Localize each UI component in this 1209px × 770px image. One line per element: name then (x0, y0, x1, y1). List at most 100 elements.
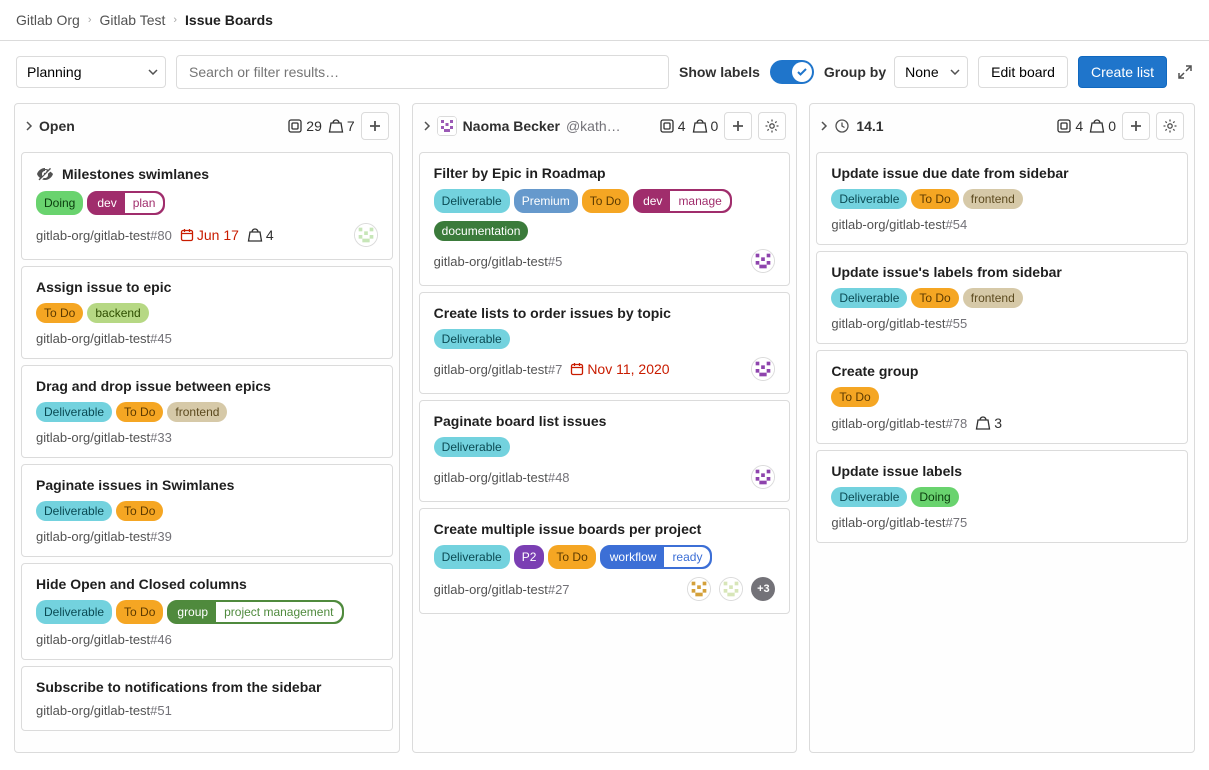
assignee-avatar[interactable] (751, 465, 775, 489)
label[interactable]: To Do (831, 387, 878, 407)
assignee-avatar[interactable] (687, 577, 711, 601)
weight-total: 0 (692, 118, 719, 134)
assignee-avatar[interactable] (751, 249, 775, 273)
issue-card[interactable]: Update issue labels DeliverableDoing git… (816, 450, 1188, 543)
label[interactable]: frontend (963, 189, 1023, 209)
label[interactable]: Deliverable (434, 437, 510, 457)
label[interactable]: Doing (36, 191, 83, 215)
scoped-label[interactable]: workflowready (600, 545, 713, 569)
label[interactable]: To Do (911, 189, 958, 209)
label[interactable]: To Do (911, 288, 958, 308)
label[interactable]: Deliverable (36, 501, 112, 521)
assignee-avatar[interactable] (751, 357, 775, 381)
collapse-icon[interactable] (820, 121, 828, 131)
cards-list[interactable]: Filter by Epic in Roadmap DeliverablePre… (413, 148, 797, 752)
group-by-select-input[interactable]: None (894, 56, 968, 88)
scoped-label[interactable]: devplan (87, 191, 165, 215)
issue-ref[interactable]: gitlab-org/gitlab-test#48 (434, 470, 570, 485)
issue-ref[interactable]: gitlab-org/gitlab-test#39 (36, 529, 172, 544)
collapse-icon[interactable] (423, 121, 431, 131)
label[interactable]: To Do (116, 501, 163, 521)
label[interactable]: Deliverable (434, 545, 510, 569)
add-issue-button[interactable] (1122, 112, 1150, 140)
issue-card[interactable]: Drag and drop issue between epics Delive… (21, 365, 393, 458)
issue-ref[interactable]: gitlab-org/gitlab-test#7 (434, 362, 563, 377)
issue-ref[interactable]: gitlab-org/gitlab-test#55 (831, 316, 967, 331)
card-footer: gitlab-org/gitlab-test#51 (36, 703, 378, 718)
label[interactable]: Deliverable (36, 402, 112, 422)
issue-card[interactable]: Filter by Epic in Roadmap DeliverablePre… (419, 152, 791, 286)
cards-list[interactable]: Update issue due date from sidebar Deliv… (810, 148, 1194, 752)
issue-ref[interactable]: gitlab-org/gitlab-test#27 (434, 582, 570, 597)
issue-card[interactable]: Create multiple issue boards per project… (419, 508, 791, 614)
label[interactable]: Deliverable (434, 329, 510, 349)
create-list-button[interactable]: Create list (1078, 56, 1167, 88)
issue-card[interactable]: Create lists to order issues by topic De… (419, 292, 791, 394)
issue-ref[interactable]: gitlab-org/gitlab-test#5 (434, 254, 563, 269)
add-issue-button[interactable] (724, 112, 752, 140)
card-title: Create group (831, 363, 1173, 379)
issue-card[interactable]: Assign issue to epic To Dobackend gitlab… (21, 266, 393, 359)
issue-ref[interactable]: gitlab-org/gitlab-test#80 (36, 228, 172, 243)
label[interactable]: Deliverable (434, 189, 510, 213)
card-title: Assign issue to epic (36, 279, 378, 295)
list-settings-button[interactable] (758, 112, 786, 140)
issue-ref[interactable]: gitlab-org/gitlab-test#54 (831, 217, 967, 232)
card-footer: gitlab-org/gitlab-test#75 (831, 515, 1173, 530)
scoped-label[interactable]: devmanage (633, 189, 732, 213)
label[interactable]: To Do (116, 600, 163, 624)
toggle-switch[interactable] (770, 60, 814, 84)
issue-card[interactable]: Milestones swimlanes Doing devplan gitla… (21, 152, 393, 260)
label[interactable]: frontend (167, 402, 227, 422)
search-input[interactable] (176, 55, 669, 89)
issue-ref[interactable]: gitlab-org/gitlab-test#51 (36, 703, 172, 718)
issue-ref[interactable]: gitlab-org/gitlab-test#45 (36, 331, 172, 346)
issue-ref[interactable]: gitlab-org/gitlab-test#46 (36, 632, 172, 647)
list-settings-button[interactable] (1156, 112, 1184, 140)
issue-card[interactable]: Update issue's labels from sidebar Deliv… (816, 251, 1188, 344)
label[interactable]: Premium (514, 189, 578, 213)
expand-icon[interactable] (1177, 64, 1193, 80)
label[interactable]: frontend (963, 288, 1023, 308)
issue-card[interactable]: Hide Open and Closed columns Deliverable… (21, 563, 393, 660)
issue-card[interactable]: Paginate issues in Swimlanes Deliverable… (21, 464, 393, 557)
breadcrumb-current: Issue Boards (185, 12, 273, 28)
issue-ref[interactable]: gitlab-org/gitlab-test#78 (831, 416, 967, 431)
card-title: Create lists to order issues by topic (434, 305, 776, 321)
issue-card[interactable]: Create group To Do gitlab-org/gitlab-tes… (816, 350, 1188, 444)
add-issue-button[interactable] (361, 112, 389, 140)
label[interactable]: Doing (911, 487, 958, 507)
card-footer: gitlab-org/gitlab-test#46 (36, 632, 378, 647)
issue-ref[interactable]: gitlab-org/gitlab-test#33 (36, 430, 172, 445)
label[interactable]: documentation (434, 221, 529, 241)
weight-icon (247, 227, 263, 243)
card-weight: 4 (247, 227, 274, 243)
issue-ref[interactable]: gitlab-org/gitlab-test#75 (831, 515, 967, 530)
label[interactable]: Deliverable (831, 288, 907, 308)
assignee-avatar[interactable] (719, 577, 743, 601)
board-selector[interactable]: Planning (16, 56, 166, 88)
weight-icon (692, 118, 708, 134)
label[interactable]: Deliverable (831, 487, 907, 507)
scoped-label[interactable]: groupproject management (167, 600, 343, 624)
more-assignees[interactable]: +3 (751, 577, 775, 601)
label[interactable]: P2 (514, 545, 545, 569)
issue-card[interactable]: Paginate board list issues Deliverable g… (419, 400, 791, 502)
issue-card[interactable]: Subscribe to notifications from the side… (21, 666, 393, 731)
edit-board-button[interactable]: Edit board (978, 56, 1068, 88)
issue-card[interactable]: Update issue due date from sidebar Deliv… (816, 152, 1188, 245)
group-by-select[interactable]: None (894, 56, 968, 88)
breadcrumb-item[interactable]: Gitlab Org (16, 12, 80, 28)
label[interactable]: backend (87, 303, 148, 323)
assignee-avatar[interactable] (354, 223, 378, 247)
label[interactable]: To Do (116, 402, 163, 422)
breadcrumb-item[interactable]: Gitlab Test (99, 12, 165, 28)
label[interactable]: To Do (582, 189, 629, 213)
cards-list[interactable]: Milestones swimlanes Doing devplan gitla… (15, 148, 399, 752)
label[interactable]: Deliverable (831, 189, 907, 209)
board-select-input[interactable]: Planning (16, 56, 166, 88)
label[interactable]: Deliverable (36, 600, 112, 624)
label[interactable]: To Do (548, 545, 595, 569)
label[interactable]: To Do (36, 303, 83, 323)
collapse-icon[interactable] (25, 121, 33, 131)
